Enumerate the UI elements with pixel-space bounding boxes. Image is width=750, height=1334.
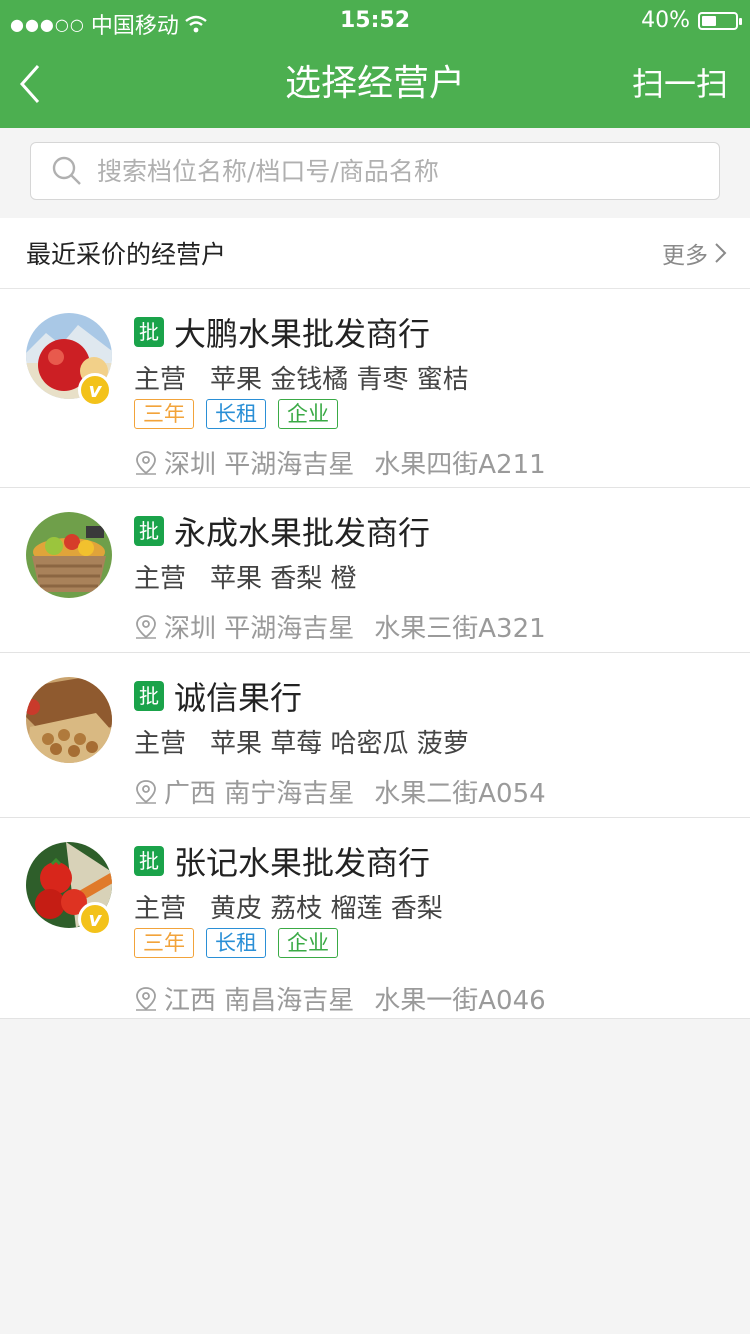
location-pin-icon [136, 614, 156, 639]
merchant-name-row: 批 张记水果批发商行 [134, 838, 430, 884]
merchant-name: 大鹏水果批发商行 [174, 315, 431, 353]
nav-bar: 选择经营户 扫一扫 [0, 40, 750, 128]
location-pin-icon [136, 986, 156, 1011]
main-label: 主营 [134, 564, 187, 594]
location-city: 江西 南昌海吉星 [164, 986, 355, 1016]
main-products-row: 主营 苹果 香梨 橙 [134, 558, 357, 595]
merchant-name: 诚信果行 [174, 679, 303, 717]
location-pin-icon [136, 450, 156, 475]
battery-icon [698, 11, 742, 30]
main-products: 黄皮 荔枝 榴莲 香梨 [210, 894, 443, 924]
tag-enterprise: 企业 [278, 928, 338, 958]
merchant-avatar [26, 677, 112, 763]
tag-lease: 长租 [206, 399, 266, 429]
main-products-row: 主营 苹果 草莓 哈密瓜 菠萝 [134, 723, 469, 760]
tag-years: 三年 [134, 928, 194, 958]
search-area [0, 128, 750, 216]
merchant-name-row: 批 诚信果行 [134, 673, 302, 719]
location-city: 广西 南宁海吉星 [164, 779, 355, 809]
merchant-item[interactable]: v 批 张记水果批发商行 主营 黄皮 荔枝 榴莲 香梨 三年 长租 企业 江西 … [0, 818, 750, 1019]
location-row: 广西 南宁海吉星 水果二街A054 [134, 773, 546, 810]
merchant-avatar [26, 512, 112, 598]
scan-button[interactable]: 扫一扫 [632, 40, 728, 128]
location-pin-icon [136, 779, 156, 804]
location-row: 深圳 平湖海吉星 水果三街A321 [134, 608, 546, 645]
main-label: 主营 [134, 365, 187, 395]
status-bar: ●●●○○ 中国移动 15:52 40% [0, 0, 750, 40]
merchant-name: 张记水果批发商行 [174, 844, 431, 882]
main-products-row: 主营 苹果 金钱橘 青枣 蜜桔 [134, 359, 469, 396]
main-products-row: 主营 黄皮 荔枝 榴莲 香梨 [134, 888, 443, 925]
search-box[interactable] [30, 142, 720, 200]
battery-percent: 40% [641, 8, 690, 33]
tag-lease: 长租 [206, 928, 266, 958]
wholesale-badge: 批 [134, 846, 164, 876]
location-row: 深圳 平湖海吉星 水果四街A211 [134, 444, 546, 481]
main-label: 主营 [134, 894, 187, 924]
section-title: 最近采价的经营户 [26, 240, 227, 269]
location-city: 深圳 平湖海吉星 [164, 450, 355, 480]
verified-icon: v [78, 373, 112, 407]
stall-number: 水果一街A046 [374, 986, 546, 1016]
tag-enterprise: 企业 [278, 399, 338, 429]
merchant-item[interactable]: v 批 大鹏水果批发商行 主营 苹果 金钱橘 青枣 蜜桔 三年 长租 企业 深圳… [0, 289, 750, 488]
wholesale-badge: 批 [134, 516, 164, 546]
more-link[interactable]: 更多 [662, 236, 728, 270]
main-products: 苹果 草莓 哈密瓜 菠萝 [210, 729, 469, 759]
tag-row: 三年 长租 企业 [134, 928, 338, 958]
main-products: 苹果 金钱橘 青枣 蜜桔 [210, 365, 469, 395]
more-label: 更多 [662, 243, 708, 269]
merchant-name-row: 批 大鹏水果批发商行 [134, 309, 430, 355]
merchant-item[interactable]: 批 诚信果行 主营 苹果 草莓 哈密瓜 菠萝 广西 南宁海吉星 水果二街A054 [0, 653, 750, 818]
location-row: 江西 南昌海吉星 水果一街A046 [134, 980, 546, 1017]
search-input[interactable] [95, 155, 719, 187]
verified-icon: v [78, 902, 112, 936]
stall-number: 水果四街A211 [374, 450, 546, 480]
tag-row: 三年 长租 企业 [134, 399, 338, 429]
stall-number: 水果二街A054 [374, 779, 546, 809]
merchant-item[interactable]: 批 永成水果批发商行 主营 苹果 香梨 橙 深圳 平湖海吉星 水果三街A321 [0, 488, 750, 653]
chevron-right-icon [715, 243, 727, 263]
merchant-list: v 批 大鹏水果批发商行 主营 苹果 金钱橘 青枣 蜜桔 三年 长租 企业 深圳… [0, 289, 750, 1019]
wholesale-badge: 批 [134, 317, 164, 347]
tag-years: 三年 [134, 399, 194, 429]
location-city: 深圳 平湖海吉星 [164, 614, 355, 644]
search-icon [52, 156, 81, 185]
wholesale-badge: 批 [134, 681, 164, 711]
status-right: 40% [641, 8, 742, 33]
status-time: 15:52 [339, 8, 411, 33]
recent-merchants-header: 最近采价的经营户 更多 [0, 218, 750, 289]
merchant-name: 永成水果批发商行 [174, 514, 431, 552]
main-label: 主营 [134, 729, 187, 759]
main-products: 苹果 香梨 橙 [210, 564, 357, 594]
merchant-name-row: 批 永成水果批发商行 [134, 508, 430, 554]
stall-number: 水果三街A321 [374, 614, 546, 644]
